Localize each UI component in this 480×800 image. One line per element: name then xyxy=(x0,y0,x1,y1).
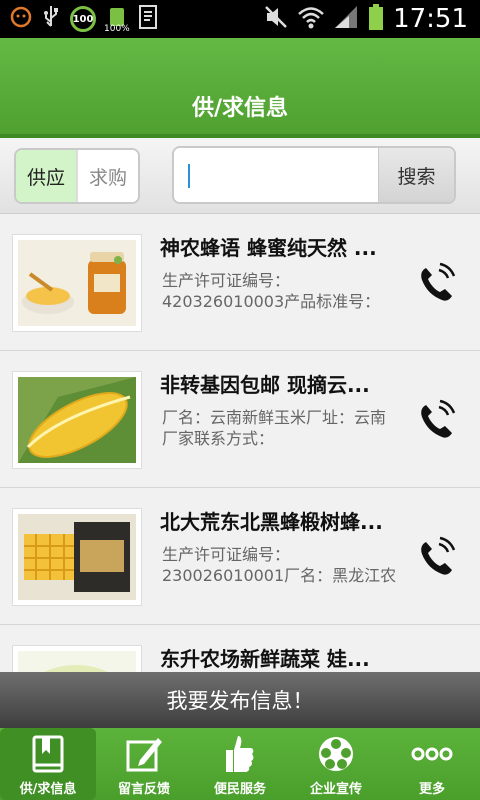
search-input[interactable] xyxy=(174,148,380,202)
nav-item-promotion[interactable]: 企业宣传 xyxy=(288,728,384,800)
status-bar-right: 17:51 xyxy=(263,0,468,38)
phone-icon[interactable] xyxy=(412,258,460,306)
item-title: 非转基因包邮 现摘云... xyxy=(160,373,370,397)
text-caret xyxy=(188,164,190,188)
list-item[interactable]: 东升农场新鲜蔬菜 娃... xyxy=(0,625,480,672)
clock: 17:51 xyxy=(393,4,468,34)
honey-jar-image xyxy=(18,240,136,326)
status-bar-left: 100 100% xyxy=(10,4,160,34)
page-title: 供/求信息 xyxy=(191,96,289,121)
nav-item-more[interactable]: 更多 xyxy=(384,728,480,800)
usb-icon xyxy=(42,4,60,34)
item-title: 东升农场新鲜蔬菜 娃... xyxy=(160,647,370,671)
status-bar: 100 100% 17:51 xyxy=(0,0,480,38)
corn-image xyxy=(18,377,136,463)
item-title: 北大荒东北黑蜂椴树蜂... xyxy=(160,510,383,534)
product-thumbnail xyxy=(12,371,142,469)
list-item[interactable]: 非转基因包邮 现摘云... 厂名：云南新鲜玉米厂址：云南 厂家联系方式： xyxy=(0,351,480,488)
list-item[interactable]: 北大荒东北黑蜂椴树蜂... 生产许可证编号： 230026010001厂名：黑龙… xyxy=(0,488,480,625)
item-description: 生产许可证编号： 420326010003产品标准号： xyxy=(162,270,406,312)
cat-face-icon xyxy=(10,6,32,32)
tab-demand[interactable]: 求购 xyxy=(76,150,138,202)
product-thumbnail xyxy=(12,645,142,672)
item-desc-line: 230026010001厂名：黑龙江农 xyxy=(162,566,397,585)
phone-icon[interactable] xyxy=(412,532,460,580)
bottom-nav: 供/求信息 留言反馈 便民服务 企业宣传 更多 xyxy=(0,728,480,800)
nav-label: 便民服务 xyxy=(213,782,266,797)
honeycomb-box-image xyxy=(18,514,136,600)
phone-icon[interactable] xyxy=(412,395,460,443)
item-description: 生产许可证编号： 230026010001厂名：黑龙江农 xyxy=(162,544,406,586)
item-desc-line: 生产许可证编号： xyxy=(162,271,291,290)
wifi-icon xyxy=(297,4,325,34)
item-description: 厂名：云南新鲜玉米厂址：云南 厂家联系方式： xyxy=(162,407,406,449)
battery-percent-badge: 100 xyxy=(70,6,96,32)
supply-list: 神农蜂语 蜂蜜纯天然 ... 生产许可证编号： 420326010003产品标准… xyxy=(0,214,480,672)
item-desc-line: 厂名：云南新鲜玉米厂址：云南 xyxy=(162,408,387,427)
more-dots-icon xyxy=(410,732,454,776)
film-reel-icon xyxy=(314,732,358,776)
nav-item-services[interactable]: 便民服务 xyxy=(192,728,288,800)
nav-label: 企业宣传 xyxy=(309,782,362,797)
search-button[interactable]: 搜索 xyxy=(378,148,454,202)
nav-label: 供/求信息 xyxy=(19,782,77,797)
nav-label: 更多 xyxy=(418,782,445,797)
product-thumbnail xyxy=(12,234,142,332)
mute-icon xyxy=(263,4,289,34)
product-thumbnail xyxy=(12,508,142,606)
document-icon xyxy=(138,4,160,34)
filter-bar: 供应 求购 搜索 xyxy=(0,138,480,214)
nav-item-supply-demand[interactable]: 供/求信息 xyxy=(0,728,96,800)
battery-small-label: 100% xyxy=(104,24,130,34)
search-box: 搜索 xyxy=(172,146,456,204)
item-desc-line: 厂家联系方式： xyxy=(162,429,275,448)
publish-info-button[interactable]: 我要发布信息！ xyxy=(0,672,480,728)
thumbs-up-icon xyxy=(218,732,262,776)
battery-icon xyxy=(367,3,385,35)
vegetable-image xyxy=(18,651,136,672)
list-item[interactable]: 神农蜂语 蜂蜜纯天然 ... 生产许可证编号： 420326010003产品标准… xyxy=(0,214,480,351)
supply-demand-toggle: 供应 求购 xyxy=(14,148,140,204)
item-desc-line: 生产许可证编号： xyxy=(162,545,291,564)
item-desc-line: 420326010003产品标准号： xyxy=(162,292,381,311)
signal-icon xyxy=(333,4,359,34)
app-header: 供/求信息 xyxy=(0,38,480,138)
tab-supply[interactable]: 供应 xyxy=(16,150,76,202)
item-title: 神农蜂语 蜂蜜纯天然 ... xyxy=(160,236,377,260)
nav-label: 留言反馈 xyxy=(117,782,170,797)
battery-small-icon: 100% xyxy=(104,6,130,34)
nav-item-feedback[interactable]: 留言反馈 xyxy=(96,728,192,800)
book-icon xyxy=(26,732,70,776)
edit-icon xyxy=(122,732,166,776)
